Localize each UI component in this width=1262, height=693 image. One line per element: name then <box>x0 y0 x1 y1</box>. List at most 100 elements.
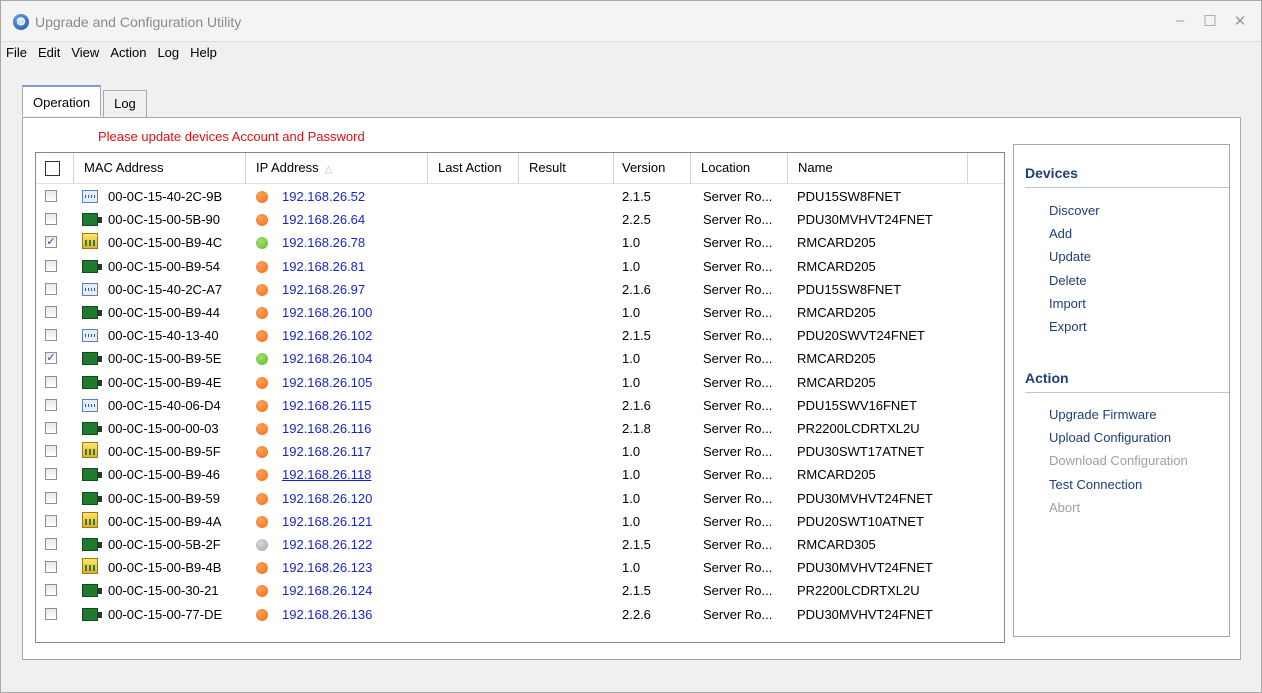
table-row[interactable]: 00-0C-15-00-5B-90 192.168.26.64 2.2.5 Serve… <box>36 209 1004 232</box>
mac-address-cell: 00-0C-15-00-B9-4B <box>108 560 222 576</box>
ip-address-link[interactable]: 192.168.26.122 <box>282 537 372 552</box>
status-orange-icon <box>256 608 268 621</box>
card-icon <box>82 375 102 389</box>
ip-address-link[interactable]: 192.168.26.78 <box>282 235 365 250</box>
row-checkbox[interactable] <box>45 282 57 295</box>
row-checkbox[interactable] <box>45 538 57 550</box>
row-checkbox[interactable] <box>45 422 57 434</box>
row-checkbox[interactable] <box>45 306 57 318</box>
table-row[interactable]: 00-0C-15-40-13-40 192.168.26.102 2.1.5 Serv… <box>36 325 1004 348</box>
row-checkbox[interactable] <box>45 213 57 226</box>
table-row[interactable]: 00-0C-15-00-B9-54 192.168.26.81 1.0 Server … <box>36 256 1004 279</box>
row-checkbox[interactable] <box>45 584 57 597</box>
ip-address-link[interactable]: 192.168.26.124 <box>282 583 372 598</box>
select-all-checkbox[interactable] <box>45 161 60 176</box>
ip-address-link[interactable]: 192.168.26.102 <box>282 328 372 343</box>
import-link[interactable]: Import <box>1049 296 1086 311</box>
maximize-icon[interactable]: ☐ <box>1203 12 1217 30</box>
row-checkbox[interactable] <box>45 468 57 481</box>
table-row[interactable]: 00-0C-15-40-2C-9B 192.168.26.52 2.1.5 Serve… <box>36 186 1004 209</box>
row-checkbox[interactable] <box>45 259 57 272</box>
version-cell: 1.0 <box>622 235 641 251</box>
row-checkbox[interactable]: ✓ <box>45 352 57 365</box>
col-mac[interactable]: MAC Address <box>74 153 246 183</box>
table-row[interactable]: 00-0C-15-00-B9-4E 192.168.26.105 1.0 Server… <box>36 372 1004 395</box>
row-checkbox[interactable] <box>45 491 57 504</box>
operation-panel: Please update devices Account and Passwo… <box>22 117 1241 660</box>
row-checkbox[interactable] <box>45 607 57 620</box>
name-cell: PDU15SWV16FNET <box>797 397 917 413</box>
location-cell: Server Ro... <box>703 281 773 297</box>
ip-address-link[interactable]: 192.168.26.117 <box>282 444 371 459</box>
table-row[interactable]: 00-0C-15-00-30-21 192.168.26.124 2.1.5 Serv… <box>36 580 1004 603</box>
add-link[interactable]: Add <box>1049 226 1072 241</box>
status-gray-icon <box>256 539 268 551</box>
version-cell: 1.0 <box>622 513 641 529</box>
row-checkbox[interactable] <box>45 329 57 342</box>
ip-address-link[interactable]: 192.168.26.64 <box>282 212 365 227</box>
menu-help[interactable]: Help <box>185 43 223 65</box>
test-connection-link[interactable]: Test Connection <box>1049 477 1142 492</box>
col-result[interactable]: Result <box>519 153 614 183</box>
tab-operation[interactable]: Operation <box>22 85 102 116</box>
table-row[interactable]: 00-0C-15-00-B9-44 192.168.26.100 1.0 Server… <box>36 302 1004 325</box>
location-cell: Server Ro... <box>703 606 773 622</box>
table-row[interactable]: ✓ 00-0C-15-00-B9-4C 192.168.26.78 1.0 Server… <box>36 232 1004 255</box>
menu-view[interactable]: View <box>66 43 105 65</box>
row-checkbox[interactable]: ✓ <box>45 236 57 249</box>
ip-address-link[interactable]: 192.168.26.115 <box>282 398 371 413</box>
location-cell: Server Ro... <box>703 490 773 506</box>
discover-link[interactable]: Discover <box>1049 203 1100 218</box>
upload-configuration-link[interactable]: Upload Configuration <box>1049 430 1171 445</box>
menu-log[interactable]: Log <box>152 43 185 65</box>
ip-address-link[interactable]: 192.168.26.105 <box>282 375 372 390</box>
menu-action[interactable]: Action <box>105 43 152 65</box>
table-row[interactable]: 00-0C-15-40-2C-A7 192.168.26.97 2.1.6 Serve… <box>36 279 1004 302</box>
ip-address-link[interactable]: 192.168.26.118 <box>282 467 371 482</box>
close-icon[interactable]: ✕ <box>1233 12 1247 30</box>
ip-address-link[interactable]: 192.168.26.116 <box>282 421 371 436</box>
ip-address-link[interactable]: 192.168.26.123 <box>282 560 372 575</box>
ip-address-link[interactable]: 192.168.26.121 <box>282 514 372 529</box>
row-checkbox[interactable] <box>45 375 57 388</box>
row-checkbox[interactable] <box>45 561 57 574</box>
menu-file[interactable]: File <box>1 43 33 65</box>
table-row[interactable]: ✓ 00-0C-15-00-B9-5E 192.168.26.104 1.0 Serve… <box>36 348 1004 371</box>
table-row[interactable]: 00-0C-15-00-B9-4B 192.168.26.123 1.0 Server… <box>36 557 1004 580</box>
table-row[interactable]: 00-0C-15-00-77-DE 192.168.26.136 2.2.6 Serv… <box>36 604 1004 627</box>
table-row[interactable]: 00-0C-15-00-B9-4A 192.168.26.121 1.0 Server… <box>36 511 1004 534</box>
ip-address-link[interactable]: 192.168.26.100 <box>282 305 372 320</box>
ip-address-link[interactable]: 192.168.26.52 <box>282 189 365 204</box>
upgrade-firmware-link[interactable]: Upgrade Firmware <box>1049 407 1157 422</box>
table-row[interactable]: 00-0C-15-00-B9-5F 192.168.26.117 1.0 Server… <box>36 441 1004 464</box>
ip-address-link[interactable]: 192.168.26.120 <box>282 491 372 506</box>
row-checkbox[interactable] <box>45 445 57 458</box>
col-name[interactable]: Name <box>788 153 968 183</box>
minimize-icon[interactable]: – <box>1173 12 1187 30</box>
ip-address-link[interactable]: 192.168.26.136 <box>282 607 372 622</box>
col-version[interactable]: Version <box>614 153 691 183</box>
mac-address-cell: 00-0C-15-00-B9-44 <box>108 305 221 320</box>
tab-log[interactable]: Log <box>103 90 147 117</box>
table-row[interactable]: 00-0C-15-00-B9-59 192.168.26.120 1.0 Server… <box>36 488 1004 511</box>
update-link[interactable]: Update <box>1049 249 1091 264</box>
table-row[interactable]: 00-0C-15-00-B9-46 192.168.26.118 1.0 Server… <box>36 464 1004 487</box>
table-row[interactable]: 00-0C-15-40-06-D4 192.168.26.115 2.1.6 Serv… <box>36 395 1004 418</box>
table-header: MAC Address IP Address △ Last Action Resu… <box>36 153 1004 184</box>
table-row[interactable]: 00-0C-15-00-5B-2F 192.168.26.122 2.1.5 Serv… <box>36 534 1004 557</box>
col-ip[interactable]: IP Address △ <box>246 153 428 183</box>
export-link[interactable]: Export <box>1049 319 1087 334</box>
table-row[interactable]: 00-0C-15-00-00-03 192.168.26.116 2.1.8 Serv… <box>36 418 1004 441</box>
row-checkbox[interactable] <box>45 514 57 527</box>
ip-address-link[interactable]: 192.168.26.81 <box>282 259 365 274</box>
col-location[interactable]: Location <box>691 153 788 183</box>
ip-address-link[interactable]: 192.168.26.97 <box>282 282 365 297</box>
row-checkbox[interactable] <box>45 190 57 202</box>
ip-address-link[interactable]: 192.168.26.104 <box>282 351 372 366</box>
delete-link[interactable]: Delete <box>1049 273 1087 288</box>
tab-strip: Operation Log <box>22 85 147 117</box>
col-last-action[interactable]: Last Action <box>428 153 519 183</box>
menu-edit[interactable]: Edit <box>33 43 66 65</box>
row-checkbox[interactable] <box>45 398 57 411</box>
version-cell: 1.0 <box>622 490 641 506</box>
